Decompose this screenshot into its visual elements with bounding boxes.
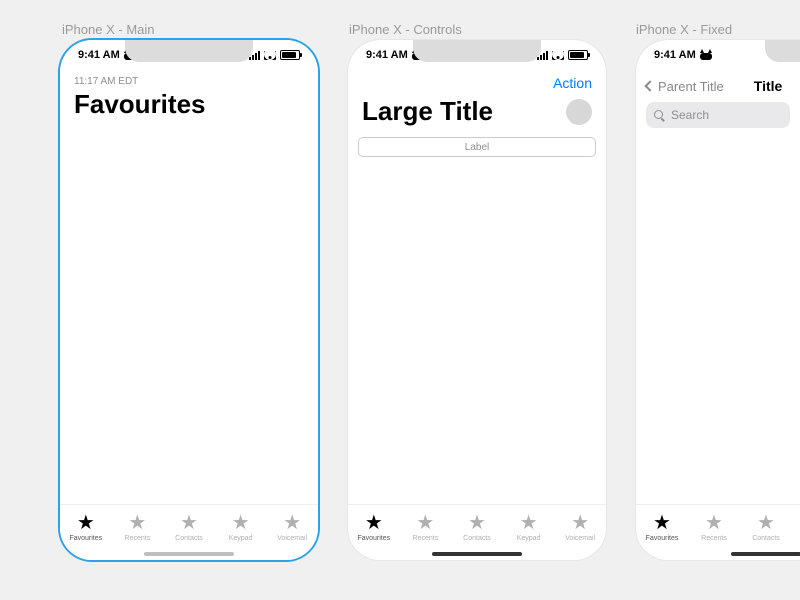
page-title: Favourites [60, 87, 318, 126]
search-field[interactable]: Search [646, 102, 790, 128]
device-controls[interactable]: 9:41 AM Action Large Title Label ★Favour [348, 40, 606, 560]
tab-recents[interactable]: ★ Recents [112, 505, 164, 550]
page-title: Large Title [362, 96, 493, 127]
star-icon: ★ [705, 513, 723, 533]
tab-favourites[interactable]: ★ Favourites [348, 505, 400, 550]
tab-contacts[interactable]: ★ Contacts [163, 505, 215, 550]
search-placeholder: Search [671, 108, 709, 122]
star-icon: ★ [757, 513, 775, 533]
tab-label: Voicemail [565, 535, 595, 542]
tab-recents[interactable]: ★ Recents [400, 505, 452, 550]
tab-label: Contacts [175, 535, 203, 542]
timestamp-label: 11:17 AM EDT [60, 70, 318, 87]
star-icon: ★ [468, 513, 486, 533]
tab-label: Recents [701, 535, 727, 542]
search-icon [654, 110, 665, 121]
tab-label: Keypad [229, 535, 253, 542]
tab-label: Recents [413, 535, 439, 542]
battery-icon [280, 50, 300, 60]
star-icon: ★ [232, 513, 250, 533]
notch [413, 40, 541, 62]
status-time: 9:41 AM [654, 49, 696, 61]
star-icon: ★ [180, 513, 198, 533]
tab-label: Recents [125, 535, 151, 542]
tab-favourites[interactable]: ★ Favourites [636, 505, 688, 550]
battery-icon [568, 50, 588, 60]
tab-recents[interactable]: ★ Recents [688, 505, 740, 550]
avatar[interactable] [566, 99, 592, 125]
star-icon: ★ [653, 513, 671, 533]
notch [125, 40, 253, 62]
tab-label: Contacts [752, 535, 780, 542]
nav-title: Title [754, 78, 783, 94]
tab-label: Voicemail [277, 535, 307, 542]
star-icon: ★ [571, 513, 589, 533]
tab-keypad[interactable]: ★ Keypad [503, 505, 555, 550]
status-time: 9:41 AM [366, 49, 408, 61]
device-main[interactable]: 9:41 AM 11:17 AM EDT Favourites ★ Favouri… [60, 40, 318, 560]
nav-action-button[interactable]: Action [553, 75, 592, 91]
star-icon: ★ [128, 513, 146, 533]
artboard-caption-controls: iPhone X - Controls [349, 22, 462, 37]
notch [765, 40, 800, 62]
home-indicator[interactable] [144, 552, 234, 556]
tab-label: Contacts [463, 535, 491, 542]
tab-voicemail[interactable]: ★ Voicemail [266, 505, 318, 550]
star-icon: ★ [77, 513, 95, 533]
status-time: 9:41 AM [78, 49, 120, 61]
tab-label: Favourites [69, 535, 102, 542]
device-fixed[interactable]: 9:41 AM Parent Title Title Search ★ Favou… [636, 40, 800, 560]
segmented-control[interactable]: Label [358, 137, 596, 157]
artboard-caption-main: iPhone X - Main [62, 22, 155, 37]
segment-label: Label [465, 142, 489, 153]
tab-label: Keypad [517, 535, 541, 542]
wifi-icon [264, 51, 276, 60]
star-icon: ★ [283, 513, 301, 533]
tab-label: Favourites [357, 535, 390, 542]
tab-voicemail[interactable]: ★ Voicemail [554, 505, 606, 550]
tab-contacts[interactable]: ★ Contacts [451, 505, 503, 550]
star-icon: ★ [365, 513, 383, 533]
star-icon: ★ [416, 513, 434, 533]
tab-label: Favourites [646, 535, 679, 542]
star-icon: ★ [520, 513, 538, 533]
tab-contacts[interactable]: ★ Contacts [740, 505, 792, 550]
home-indicator[interactable] [432, 552, 522, 556]
artboard-caption-fixed: iPhone X - Fixed [636, 22, 732, 37]
home-indicator[interactable] [731, 552, 800, 556]
tab-keypad[interactable]: ★ Keypad [215, 505, 267, 550]
status-app-icon [700, 50, 712, 60]
back-chevron-icon[interactable] [644, 80, 655, 91]
nav-back-label[interactable]: Parent Title [658, 79, 724, 94]
wifi-icon [552, 51, 564, 60]
tab-favourites[interactable]: ★ Favourites [60, 505, 112, 550]
